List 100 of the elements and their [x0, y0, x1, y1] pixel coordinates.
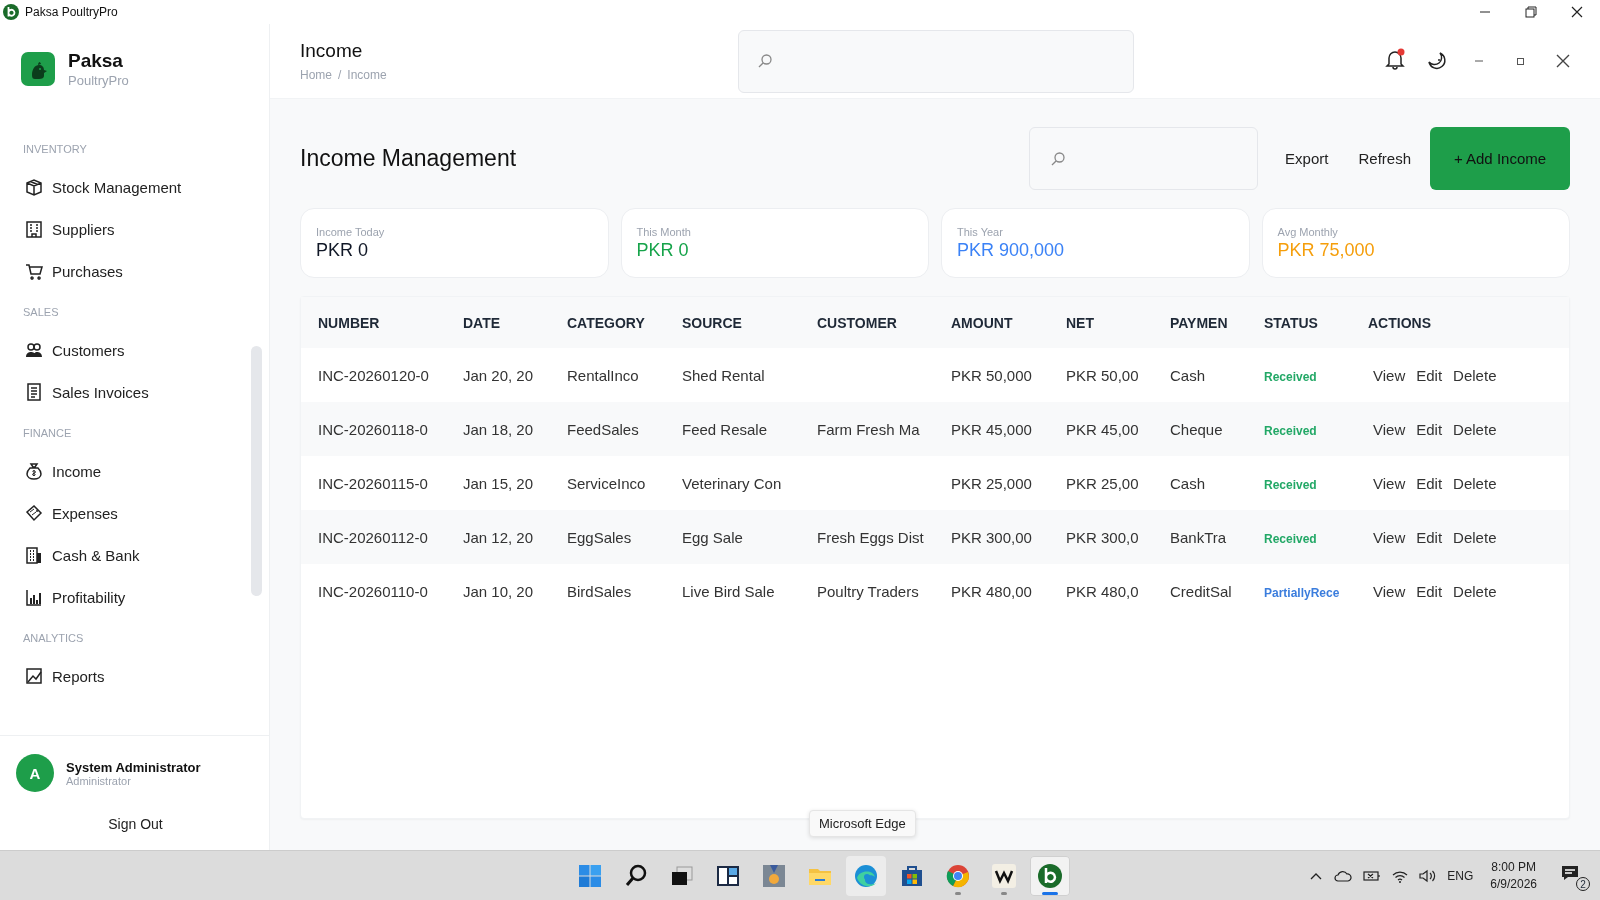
table-cell-text: PKR 50,000: [950, 366, 1033, 384]
search-icon: [757, 53, 773, 69]
nav-item[interactable]: Reports: [0, 655, 239, 697]
nav-item[interactable]: Cash & Bank: [0, 534, 239, 576]
nav-item[interactable]: Customers: [0, 329, 239, 371]
action-link[interactable]: View: [1373, 528, 1406, 546]
status-label: Received: [1264, 369, 1317, 384]
cart-icon: [24, 261, 44, 281]
action-link[interactable]: View: [1373, 420, 1406, 438]
table-cell-text: Shed Rental: [681, 366, 766, 384]
taskbar-app[interactable]: [1030, 855, 1070, 896]
tag-icon: [24, 503, 44, 523]
table-cell-text: PKR 300,0: [1065, 528, 1140, 546]
brand-subtitle: PoultryPro: [68, 73, 129, 88]
breadcrumb-separator: /: [338, 68, 342, 82]
section-heading: SALES: [22, 306, 60, 318]
table-cell-text: PKR 45,000: [950, 420, 1033, 438]
action-link[interactable]: View: [1373, 474, 1406, 492]
table-cell-text: BirdSales: [566, 582, 633, 600]
money-bag-icon: [24, 461, 44, 481]
column-header: AMOUNT: [950, 314, 1014, 331]
moon-icon[interactable]: [1426, 50, 1448, 72]
battery-icon[interactable]: [1362, 868, 1383, 884]
clock-date[interactable]: 6/9/2026: [1490, 876, 1537, 893]
section-heading: ANALYTICS: [22, 632, 85, 644]
table-cell-text: INC-20260118-0: [317, 420, 429, 438]
table-cell-text: INC-20260112-0: [317, 528, 429, 546]
notification-badge: 2: [1576, 877, 1590, 891]
action-link[interactable]: Edit: [1416, 582, 1443, 600]
column-header: SOURCE: [681, 314, 743, 331]
tooltip: Microsoft Edge: [809, 810, 916, 837]
table-cell-text: Jan 15, 20: [462, 474, 535, 492]
table-cell-text: Cash: [1169, 474, 1207, 492]
app-logo-icon: [3, 4, 19, 20]
nav-item[interactable]: Suppliers: [0, 208, 239, 250]
stat-label: Income Today: [316, 226, 386, 238]
action-link[interactable]: View: [1373, 366, 1406, 384]
action-link[interactable]: Edit: [1416, 366, 1443, 384]
table-cell-text: Jan 20, 20: [462, 366, 535, 384]
text-button[interactable]: Export: [1274, 140, 1340, 177]
app-logo-icon: [1036, 861, 1064, 890]
notification-icon[interactable]: [1560, 863, 1580, 883]
table-cell-text: Jan 10, 20: [462, 582, 535, 600]
table-cell-text: PKR 50,00: [1065, 366, 1140, 384]
column-header: NUMBER: [317, 314, 381, 331]
bell-icon[interactable]: [1384, 48, 1406, 70]
table-cell-text: ServiceInco: [566, 474, 647, 492]
nav-item[interactable]: Purchases: [0, 250, 239, 292]
nav-item[interactable]: Sales Invoices: [0, 371, 239, 413]
table-cell-text: PKR 480,0: [1065, 582, 1140, 600]
column-header: CUSTOMER: [816, 314, 898, 331]
section-heading: INVENTORY: [22, 143, 88, 155]
action-link[interactable]: Delete: [1453, 528, 1497, 546]
text-button[interactable]: Refresh: [1347, 140, 1422, 177]
stat-value: PKR 900,000: [957, 240, 1066, 261]
action-link[interactable]: Edit: [1416, 474, 1443, 492]
line-chart-icon: [24, 666, 44, 686]
search-field[interactable]: [1029, 127, 1259, 190]
user-role: Administrator: [66, 774, 132, 787]
action-link[interactable]: Delete: [1453, 420, 1497, 438]
column-header: CATEGORY: [566, 314, 646, 331]
bar-chart-icon: [24, 587, 44, 607]
action-link[interactable]: Delete: [1453, 366, 1497, 384]
clock-time[interactable]: 8:00 PM: [1490, 859, 1537, 876]
action-link[interactable]: View: [1373, 582, 1406, 600]
cloud-icon[interactable]: [1333, 868, 1354, 884]
column-header: DATE: [462, 314, 502, 331]
table-cell-text: RentalInco: [566, 366, 640, 384]
column-header: NET: [1065, 314, 1095, 331]
scrollbar-thumb[interactable]: [251, 346, 262, 596]
status-label: PartiallyRece: [1264, 585, 1340, 600]
table-cell-text: Cash: [1169, 366, 1207, 384]
action-link[interactable]: Delete: [1453, 474, 1497, 492]
table-cell-text: PKR 45,00: [1065, 420, 1140, 438]
column-header: ACTIONS: [1367, 314, 1432, 331]
table-cell-text: INC-20260115-0: [317, 474, 429, 492]
table-cell-text: Cheque: [1169, 420, 1224, 438]
nav-item[interactable]: Expenses: [0, 492, 239, 534]
action-link[interactable]: Delete: [1453, 582, 1497, 600]
add-income-button[interactable]: + Add Income: [1430, 127, 1570, 190]
table-cell-text: CreditSal: [1169, 582, 1233, 600]
search-field[interactable]: [738, 29, 1134, 93]
nav-item[interactable]: Profitability: [0, 576, 239, 618]
action-link[interactable]: Edit: [1416, 528, 1443, 546]
table-cell-text: Poultry Traders: [816, 582, 920, 600]
column-header: STATUS: [1263, 314, 1319, 331]
table-cell-text: Fresh Eggs Dist: [816, 528, 925, 546]
action-link[interactable]: Edit: [1416, 420, 1443, 438]
table-cell-text: Egg Sale: [681, 528, 744, 546]
section-title: Income Management: [300, 145, 517, 172]
nav-item[interactable]: Stock Management: [0, 166, 239, 208]
language-indicator[interactable]: ENG: [1447, 869, 1474, 883]
status-label: Received: [1264, 477, 1317, 492]
stat-label: Avg Monthly: [1277, 226, 1339, 238]
bank-building-icon: [24, 545, 44, 565]
nav-item[interactable]: Income: [0, 450, 239, 492]
table-cell-text: Live Bird Sale: [681, 582, 776, 600]
stat-value: PKR 0: [316, 240, 370, 261]
sign-out-button[interactable]: Sign Out: [16, 816, 269, 832]
stat-label: This Year: [957, 226, 1004, 238]
